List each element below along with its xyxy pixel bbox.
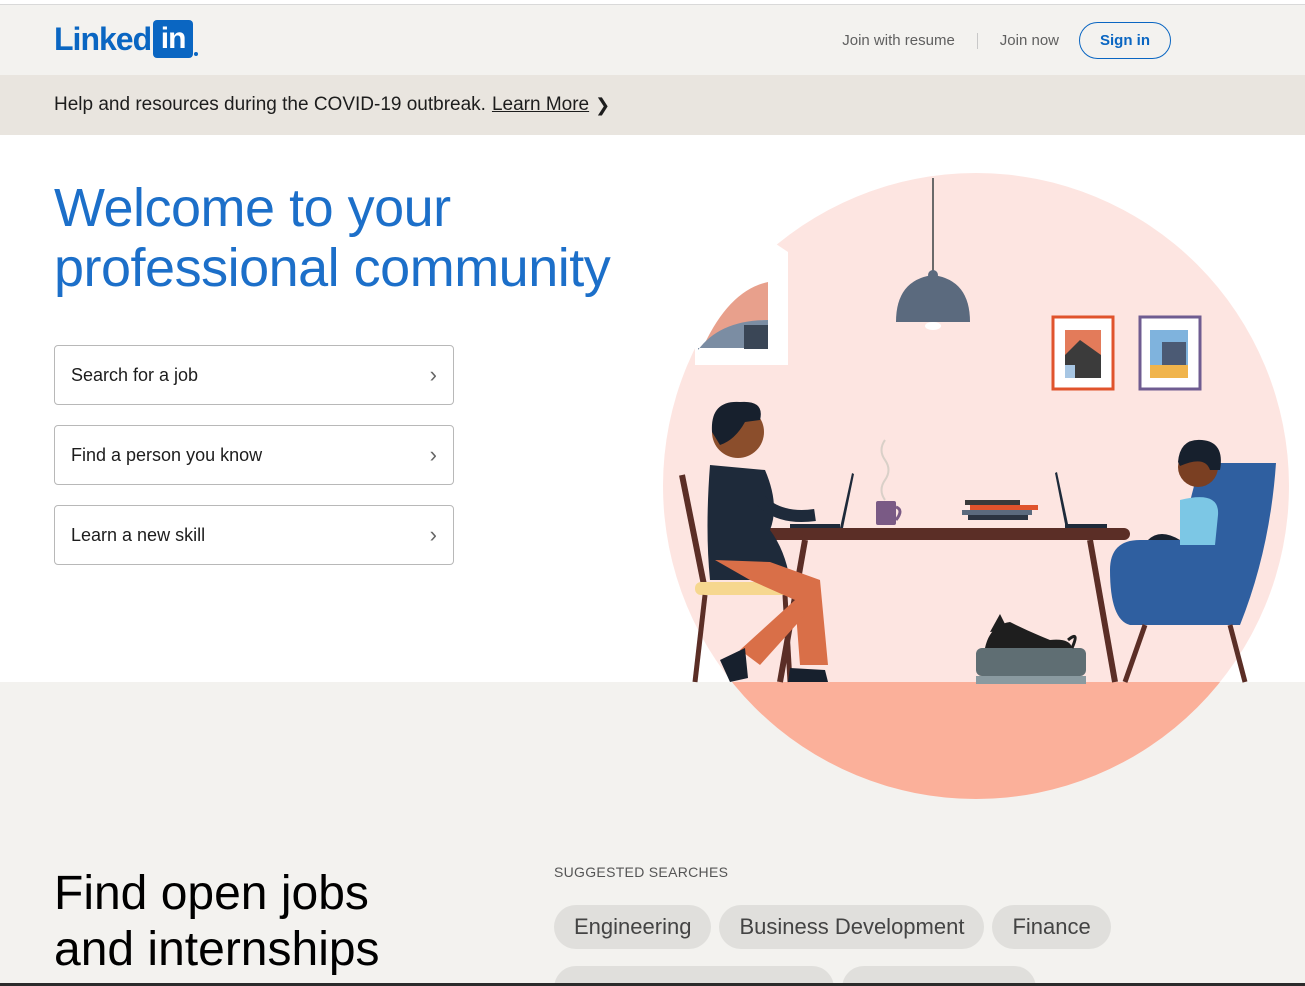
covid-banner: Help and resources during the COVID-19 o… <box>0 75 1305 135</box>
join-now-link[interactable]: Join now <box>1000 32 1059 49</box>
search-job-button[interactable]: Search for a job › <box>54 345 454 405</box>
site-header: Linked in Join with resume Join now Sign… <box>0 5 1305 75</box>
option-label: Find a person you know <box>71 444 263 465</box>
linkedin-logo[interactable]: Linked in <box>54 20 199 58</box>
suggested-searches-label: SUGGESTED SEARCHES <box>554 864 729 880</box>
option-label: Learn a new skill <box>71 524 206 545</box>
chevron-right-icon: ❯ <box>595 94 611 115</box>
chevron-right-icon: › <box>429 522 437 547</box>
join-with-resume-link[interactable]: Join with resume <box>842 32 955 49</box>
sign-in-button[interactable]: Sign in <box>1079 22 1171 59</box>
logo-dot <box>194 52 199 56</box>
jobs-title: Find open jobs and internships <box>54 866 380 978</box>
hero-illustration <box>663 173 1289 799</box>
pill-engineering[interactable]: Engineering <box>554 905 712 949</box>
banner-text: Help and resources during the COVID-19 o… <box>54 94 486 115</box>
find-person-button[interactable]: Find a person you know › <box>54 425 454 485</box>
jobs-title-line-2: and internships <box>54 923 380 976</box>
nav-divider <box>976 32 978 49</box>
pill-business-development[interactable]: Business Development <box>719 905 985 949</box>
learn-skill-button[interactable]: Learn a new skill › <box>54 505 454 565</box>
chevron-right-icon: › <box>429 362 437 387</box>
learn-more-link[interactable]: Learn More <box>492 94 589 116</box>
chevron-right-icon: › <box>429 442 437 467</box>
option-label: Search for a job <box>71 364 199 385</box>
header-nav: Join with resume Join now Sign in <box>842 22 1171 59</box>
logo-wordmark: Linked <box>54 20 152 57</box>
pill-finance[interactable]: Finance <box>992 905 1111 949</box>
hero-title: Welcome to your professional community <box>54 178 611 298</box>
logo-in-box: in <box>153 20 194 58</box>
jobs-title-line-1: Find open jobs <box>54 867 369 920</box>
suggested-pills: Engineering Business Development Finance <box>554 905 1154 949</box>
